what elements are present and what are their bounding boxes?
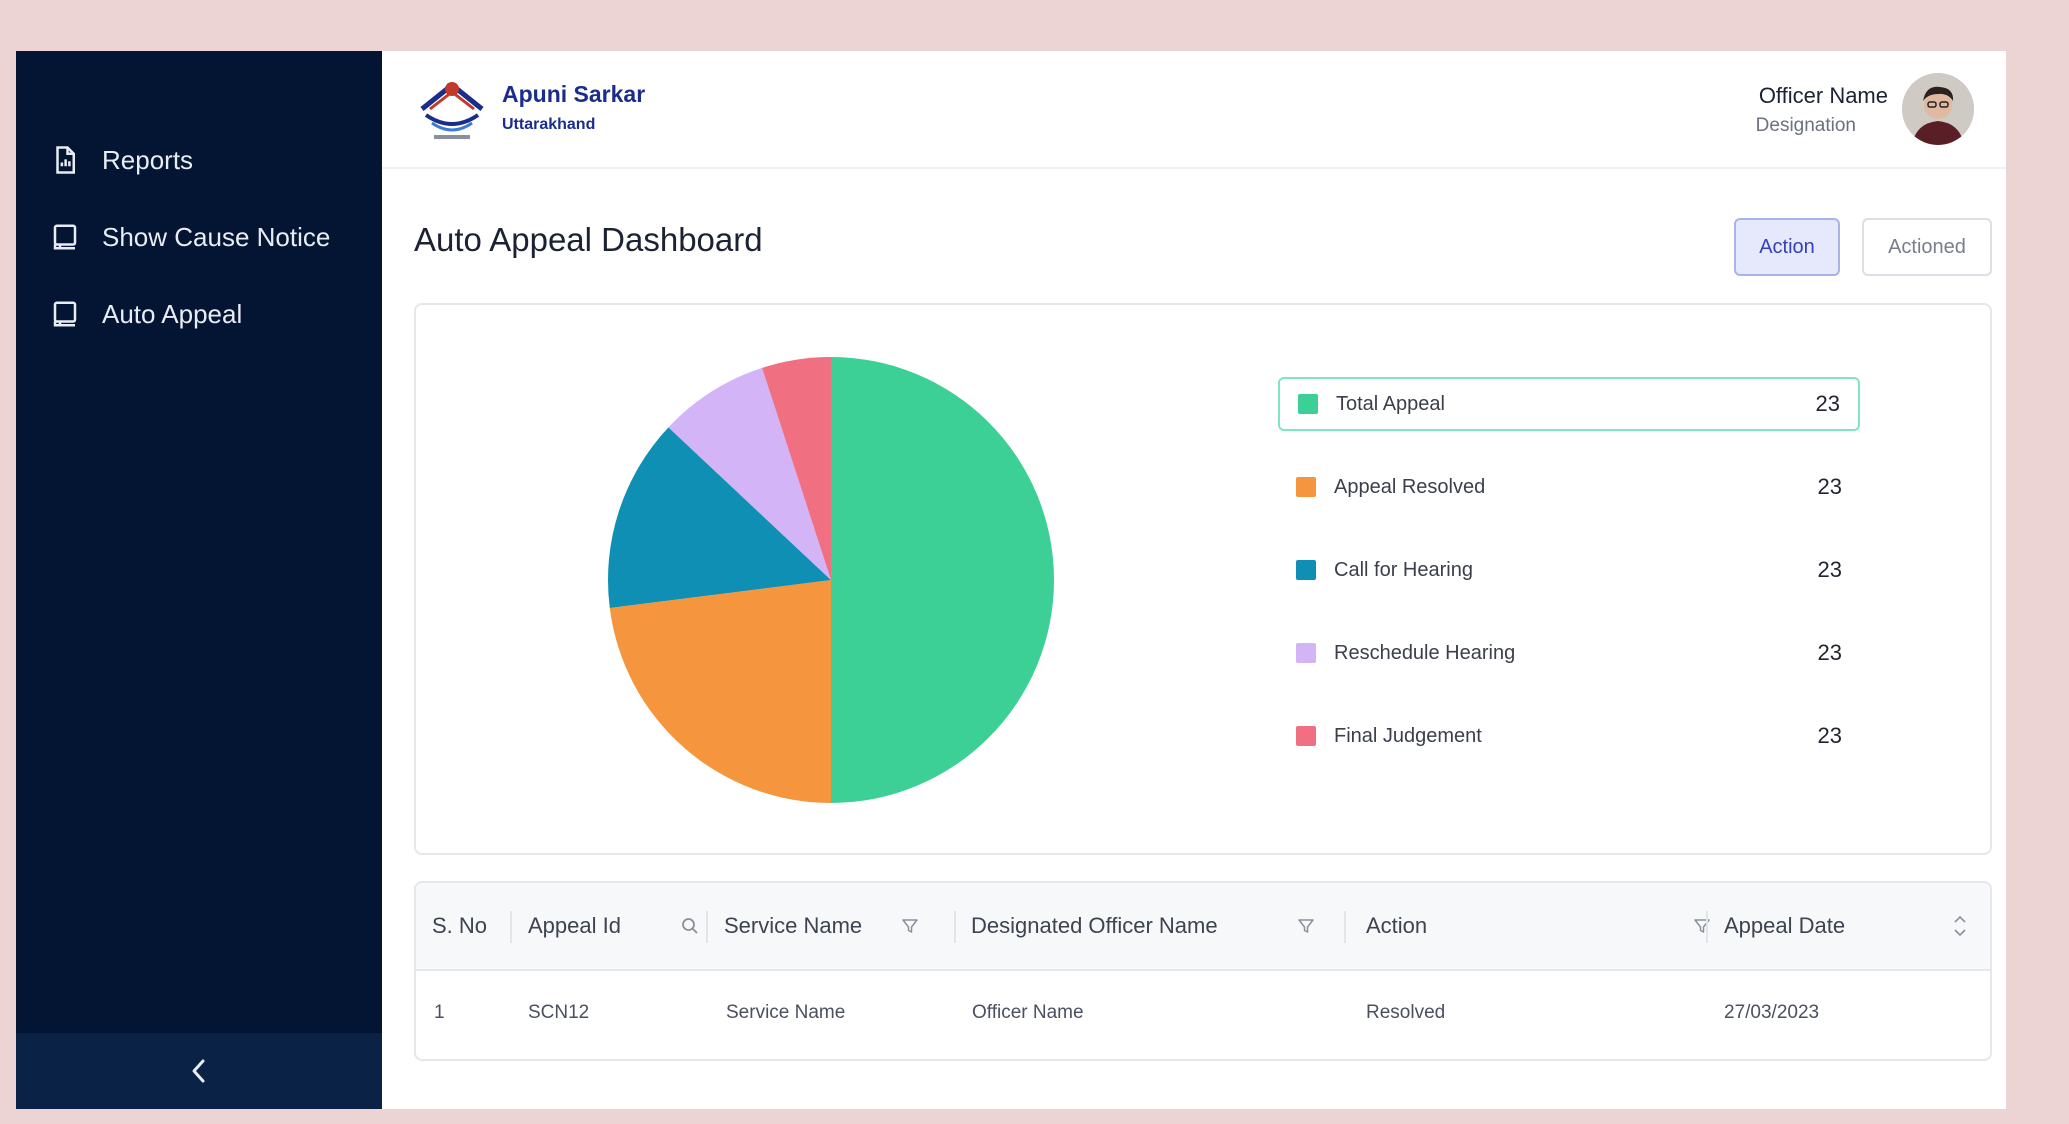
header: Apuni Sarkar Uttarakhand Officer Name De… xyxy=(382,51,2006,169)
legend-item-reschedule-hearing[interactable]: Reschedule Hearing 23 xyxy=(1278,626,1860,680)
sidebar-item-show-cause-notice[interactable]: Show Cause Notice xyxy=(50,217,330,257)
main-content: Apuni Sarkar Uttarakhand Officer Name De… xyxy=(382,51,2006,1109)
brand-subtitle: Uttarakhand xyxy=(502,116,596,133)
column-header-appeal-date: Appeal Date xyxy=(1724,913,1846,938)
tab-action[interactable]: Action xyxy=(1734,218,1840,276)
report-icon xyxy=(56,146,75,174)
column-divider xyxy=(510,911,512,943)
document-icon xyxy=(53,224,77,250)
sidebar-item-reports[interactable]: Reports xyxy=(50,140,193,180)
search-icon[interactable] xyxy=(676,911,704,941)
cell-officer-name: Officer Name xyxy=(972,1002,1084,1023)
sidebar-item-label: Auto Appeal xyxy=(102,298,243,329)
column-divider xyxy=(1344,911,1346,943)
legend-count: 23 xyxy=(1817,723,1842,748)
legend-count: 23 xyxy=(1817,557,1842,582)
column-divider xyxy=(954,911,956,943)
officer-name: Officer Name xyxy=(1758,83,1888,108)
chevron-left-icon xyxy=(192,1059,205,1083)
legend-label: Reschedule Hearing xyxy=(1334,641,1516,664)
pie-chart xyxy=(608,357,1054,803)
column-header-designated-officer-name: Designated Officer Name xyxy=(971,913,1218,938)
document-icon xyxy=(53,301,77,327)
legend-count: 23 xyxy=(1817,474,1842,499)
tab-actioned[interactable]: Actioned xyxy=(1862,218,1992,276)
pie-slice-total-appeal[interactable] xyxy=(831,357,1054,803)
legend-label: Total Appeal xyxy=(1336,392,1445,415)
app-window: Reports Show Cause Notice Auto Appeal Ap… xyxy=(16,51,2006,1109)
legend-swatch xyxy=(1298,394,1318,414)
sidebar: Reports Show Cause Notice Auto Appeal xyxy=(16,51,382,1109)
legend-swatch xyxy=(1296,560,1316,580)
cell-appeal-id: SCN12 xyxy=(528,1002,590,1023)
legend-swatch xyxy=(1296,643,1316,663)
legend-swatch xyxy=(1296,726,1316,746)
sidebar-item-auto-appeal[interactable]: Auto Appeal xyxy=(50,294,242,334)
cell-s-no: 1 xyxy=(434,1002,445,1023)
chart-card: Total Appeal 23 Appeal Resolved 23 Call … xyxy=(414,303,1992,855)
officer-designation: Designation xyxy=(1755,115,1856,136)
legend-item-appeal-resolved[interactable]: Appeal Resolved 23 xyxy=(1278,460,1860,514)
column-header-s-no: S. No xyxy=(432,913,488,938)
cell-appeal-date: 27/03/2023 xyxy=(1724,1002,1820,1023)
legend-swatch xyxy=(1296,477,1316,497)
collapse-sidebar-button[interactable] xyxy=(16,1033,382,1109)
pie-slice-appeal-resolved[interactable] xyxy=(609,580,831,803)
filter-icon[interactable] xyxy=(896,911,924,941)
uttarakhand-logo-icon xyxy=(420,82,484,139)
legend-label: Appeal Resolved xyxy=(1334,475,1486,498)
filter-icon[interactable] xyxy=(1688,911,1716,941)
sidebar-item-label: Show Cause Notice xyxy=(102,221,331,252)
column-header-service-name: Service Name xyxy=(724,913,863,938)
column-header-appeal-id: Appeal Id xyxy=(528,913,621,938)
column-divider xyxy=(1706,911,1708,943)
avatar[interactable] xyxy=(1902,73,1974,145)
legend-label: Final Judgement xyxy=(1334,724,1482,747)
legend-item-total-appeal[interactable]: Total Appeal 23 xyxy=(1278,377,1860,431)
filter-icon[interactable] xyxy=(1292,911,1320,941)
legend-label: Call for Hearing xyxy=(1334,558,1473,581)
appeals-table: S. No Appeal Id Service Name Designated … xyxy=(414,881,1992,1061)
column-divider xyxy=(706,911,708,943)
sort-icon[interactable] xyxy=(1946,911,1974,941)
cell-service-name: Service Name xyxy=(726,1002,846,1023)
brand-name: Apuni Sarkar xyxy=(502,81,646,107)
table-header: S. No Appeal Id Service Name Designated … xyxy=(416,883,1990,971)
sidebar-item-label: Reports xyxy=(102,144,194,175)
legend-item-call-for-hearing[interactable]: Call for Hearing 23 xyxy=(1278,543,1860,597)
legend-item-final-judgement[interactable]: Final Judgement 23 xyxy=(1278,709,1860,763)
legend-count: 23 xyxy=(1815,391,1840,416)
page-title: Auto Appeal Dashboard xyxy=(414,221,763,258)
column-header-action: Action xyxy=(1366,913,1428,938)
cell-action: Resolved xyxy=(1366,1002,1446,1023)
legend-count: 23 xyxy=(1817,640,1842,665)
